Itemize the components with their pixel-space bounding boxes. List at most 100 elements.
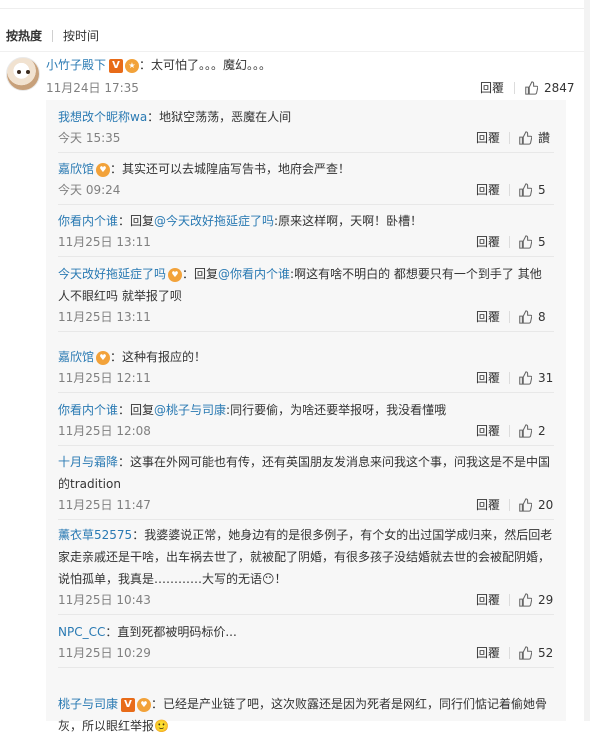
like-count: 2 — [538, 424, 546, 438]
like-button[interactable]: 52 — [518, 645, 553, 661]
like-count: 5 — [538, 235, 546, 249]
comment-text: ：地狱空荡荡，恶魔在人间 — [147, 110, 292, 124]
comment-username[interactable]: 十月与霜降 — [58, 455, 118, 469]
sub-comment-line: 嘉欣馆 ♥ ：其实还可以去城隍庙写告书，地府会严查！ — [58, 158, 558, 180]
sub-comment: 今天改好拖延症了吗 ♥ ：回复@你看内个谁:啊这有啥不明白的 都想要只有一个到手了 … — [58, 263, 558, 332]
meta-separator — [509, 132, 510, 144]
member-badge-icon: ♥ — [96, 162, 111, 177]
reply-button[interactable]: 回覆 — [476, 130, 500, 146]
divider — [0, 51, 590, 52]
like-count: 8 — [538, 310, 546, 324]
comment-username[interactable]: 嘉欣馆 — [58, 162, 94, 176]
like-button[interactable]: 8 — [518, 309, 546, 325]
reply-button[interactable]: 回覆 — [476, 182, 500, 198]
comment-time: 11月25日 12:11 — [58, 371, 151, 385]
comment-divider — [58, 445, 554, 446]
comment-meta: 11月25日 10:29 回覆 52 — [58, 645, 554, 661]
sub-comment: 你看内个谁：回复@桃子与司康:同行要偷，为啥还要举报呀，我没看懂哦 11月25日 … — [58, 399, 558, 446]
comment-divider — [58, 204, 554, 205]
meta-separator — [509, 311, 510, 323]
comment-meta: 11月25日 12:11 回覆 31 — [58, 370, 554, 386]
reply-button[interactable]: 回覆 — [476, 309, 500, 325]
meta-separator — [509, 499, 510, 511]
meta-separator — [509, 647, 510, 659]
comment-divider — [58, 614, 554, 615]
tab-sort-by-time[interactable]: 按时间 — [57, 22, 105, 50]
comment-text: ：已经是产业链了吧，这次败露还是因为死者是网红，同行们惦记着偷她骨 — [151, 697, 548, 711]
thumbs-up-icon — [519, 131, 532, 145]
like-button[interactable]: 讚 — [518, 130, 550, 146]
sub-comment: 嘉欣馆 ♥ ：这种有报应的！ 11月25日 12:11 回覆 31 — [58, 346, 558, 393]
sub-comment: 你看内个谁：回复@今天改好拖延症了吗:原来这样啊，天啊！卧槽！ 11月25日 13… — [58, 210, 558, 257]
member-badge-icon: ★ — [125, 58, 140, 73]
like-button[interactable]: 31 — [518, 370, 553, 386]
comment-username[interactable]: 薰衣草52575 — [58, 528, 132, 542]
comment-divider — [58, 519, 554, 520]
mention-link[interactable]: @你看内个谁 — [218, 267, 290, 281]
comment-meta: 11月25日 10:43 回覆 29 — [58, 592, 554, 608]
comment-meta: 今天 09:24 回覆 5 — [58, 182, 554, 198]
like-count: 31 — [538, 371, 554, 385]
comment-meta: 11月24日 17:35 回覆 2847 — [46, 80, 590, 96]
sub-comment: NPC_CC：直到死都被明码标价... 11月25日 10:29 回覆 52 — [58, 621, 558, 668]
tab-separator — [52, 30, 54, 42]
comment-text: ：其实还可以去城隍庙写告书，地府会严查！ — [110, 162, 351, 176]
comment-username[interactable]: 我想改个昵称wa — [58, 110, 147, 124]
sub-comment: 桃子与司康 V ♥ ：已经是产业链了吧，这次败露还是因为死者是网红，同行们惦记着偷她骨… — [58, 693, 558, 737]
mention-link[interactable]: @今天改好拖延症了吗 — [154, 214, 274, 228]
comment-username[interactable]: 嘉欣馆 — [58, 350, 94, 364]
like-button[interactable]: 29 — [518, 592, 553, 608]
comment-time: 11月25日 13:11 — [58, 235, 151, 249]
mention-link[interactable]: @桃子与司康 — [154, 403, 226, 417]
sub-comment: 我想改个昵称wa：地狱空荡荡，恶魔在人间 今天 15:35 回覆 讚 — [58, 106, 558, 153]
comment-username[interactable]: 桃子与司康 — [58, 697, 118, 711]
reply-button[interactable]: 回覆 — [476, 592, 500, 608]
like-count: 5 — [538, 183, 546, 197]
comment-username[interactable]: 你看内个谁 — [58, 403, 118, 417]
meta-separator — [509, 184, 510, 196]
reply-button[interactable]: 回覆 — [476, 423, 500, 439]
meta-separator — [514, 82, 515, 94]
reply-button[interactable]: 回覆 — [476, 370, 500, 386]
comment-time: 11月25日 12:08 — [58, 424, 151, 438]
meta-separator — [509, 372, 510, 384]
tab-sort-by-hot[interactable]: 按热度 — [0, 22, 48, 50]
reply-button[interactable]: 回覆 — [476, 497, 500, 513]
comment-time: 11月25日 13:11 — [58, 310, 151, 324]
comment-text: :原来这样啊，天啊！卧槽！ — [274, 214, 423, 228]
comment-text: ：太可怕了。。。魔幻。。。 — [139, 58, 272, 72]
like-button[interactable]: 2 — [518, 423, 546, 439]
comment-username[interactable]: 今天改好拖延症了吗 — [58, 267, 166, 281]
comment-text-line: 的tradition — [58, 477, 121, 491]
comment-time: 11月25日 10:43 — [58, 593, 151, 607]
avatar-eye-left — [17, 70, 21, 74]
comment-divider — [58, 667, 554, 668]
like-button[interactable]: 5 — [518, 234, 546, 250]
like-button[interactable]: 5 — [518, 182, 546, 198]
sub-comment-line: 你看内个谁：回复@桃子与司康:同行要偷，为啥还要举报呀，我没看懂哦 — [58, 399, 558, 421]
sub-comment-line: 今天改好拖延症了吗 ♥ ：回复@你看内个谁:啊这有啥不明白的 都想要只有一个到手了 … — [58, 263, 558, 285]
comment-text: :同行要偷，为啥还要举报呀，我没看懂哦 — [226, 403, 447, 417]
reply-prefix: ：回复 — [118, 403, 155, 417]
comment-username[interactable]: 你看内个谁 — [58, 214, 118, 228]
meta-separator — [509, 236, 510, 248]
comment-username[interactable]: NPC_CC — [58, 625, 105, 639]
like-count: 2847 — [544, 81, 575, 95]
comment-text: ：这种有报应的！ — [110, 350, 207, 364]
sub-comments-panel: 我想改个昵称wa：地狱空荡荡，恶魔在人间 今天 15:35 回覆讚嘉欣馆 ♥ ：其实还可… — [46, 100, 566, 733]
comment-meta: 今天 15:35 回覆 讚 — [58, 130, 554, 146]
avatar-eye-right — [26, 70, 30, 74]
like-count: 讚 — [538, 131, 551, 145]
avatar[interactable] — [6, 57, 40, 91]
reply-button[interactable]: 回覆 — [476, 234, 500, 250]
member-badge-icon: ♥ — [96, 350, 111, 365]
reply-button[interactable]: 回覆 — [480, 80, 504, 96]
like-button[interactable]: 20 — [518, 497, 553, 513]
meta-separator — [509, 425, 510, 437]
scrollbar[interactable] — [584, 0, 590, 721]
thumbs-up-icon — [519, 498, 532, 512]
reply-button[interactable]: 回覆 — [476, 645, 500, 661]
like-button[interactable]: 2847 — [524, 80, 575, 96]
meta-separator — [509, 594, 510, 606]
comment-username[interactable]: 小竹子殿下 — [46, 58, 106, 72]
